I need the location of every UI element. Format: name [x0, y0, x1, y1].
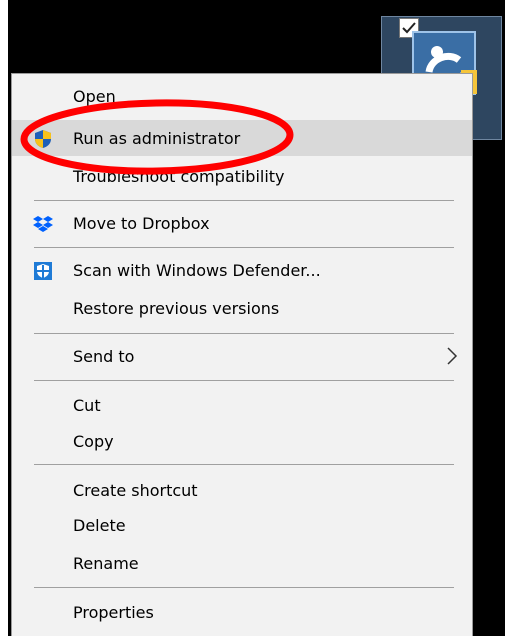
- menu-item-label: Create shortcut: [73, 480, 198, 500]
- menu-item-open[interactable]: Open: [12, 78, 472, 114]
- menu-separator: [34, 380, 454, 381]
- menu-item-label: Scan with Windows Defender...: [73, 260, 321, 280]
- menu-item-label: Troubleshoot compatibility: [73, 166, 285, 186]
- menu-item-copy[interactable]: Copy: [12, 423, 472, 459]
- menu-item-label: Restore previous versions: [73, 298, 280, 318]
- menu-separator: [34, 587, 454, 588]
- menu-item-move-to-dropbox[interactable]: Move to Dropbox: [12, 205, 472, 241]
- menu-item-create-shortcut[interactable]: Create shortcut: [12, 472, 472, 508]
- menu-item-label: Run as administrator: [73, 128, 241, 148]
- menu-item-troubleshoot-compatibility[interactable]: Troubleshoot compatibility: [12, 158, 472, 194]
- menu-item-cut[interactable]: Cut: [12, 387, 472, 423]
- menu-separator: [34, 247, 454, 248]
- menu-item-label: Copy: [73, 431, 114, 451]
- menu-item-send-to[interactable]: Send to: [12, 338, 472, 374]
- context-menu: Open Run as administrator Troubleshoot c…: [11, 73, 473, 636]
- menu-separator: [34, 200, 454, 201]
- menu-item-label: Rename: [73, 553, 139, 573]
- windows-defender-icon: [34, 262, 52, 280]
- menu-item-properties[interactable]: Properties: [12, 594, 472, 630]
- menu-separator: [34, 464, 454, 465]
- menu-item-run-as-administrator[interactable]: Run as administrator: [12, 120, 472, 156]
- menu-item-label: Move to Dropbox: [73, 213, 210, 233]
- menu-item-label: Properties: [73, 602, 154, 622]
- menu-item-label: Send to: [73, 346, 135, 366]
- menu-item-scan-with-windows-defender[interactable]: Scan with Windows Defender...: [12, 252, 472, 288]
- menu-item-delete[interactable]: Delete: [12, 507, 472, 543]
- menu-item-rename[interactable]: Rename: [12, 545, 472, 581]
- menu-item-label: Open: [73, 86, 116, 106]
- chevron-right-icon: [447, 347, 458, 365]
- menu-item-restore-previous-versions[interactable]: Restore previous versions: [12, 290, 472, 326]
- menu-item-label: Cut: [73, 395, 101, 415]
- menu-item-label: Delete: [73, 515, 126, 535]
- menu-separator: [34, 333, 454, 334]
- dropbox-icon: [33, 216, 53, 232]
- left-edge-strip: [0, 0, 8, 636]
- uac-shield-icon: [35, 130, 51, 148]
